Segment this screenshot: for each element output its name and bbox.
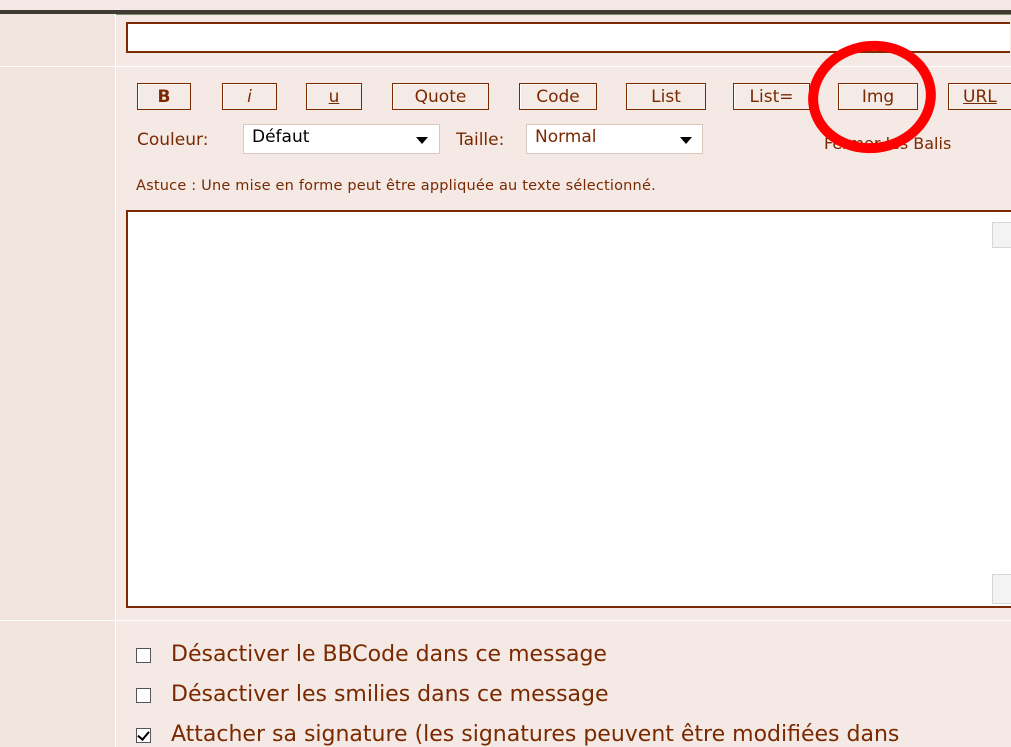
list-ordered-button[interactable]: List= [733, 83, 810, 110]
option-label: Désactiver le BBCode dans ce message [171, 642, 607, 667]
scrollbar-up[interactable] [992, 222, 1011, 248]
code-button[interactable]: Code [519, 83, 597, 110]
message-textarea[interactable] [126, 210, 1011, 608]
color-select[interactable]: Défaut [243, 124, 440, 154]
chevron-down-icon [680, 137, 692, 144]
quote-button[interactable]: Quote [392, 83, 489, 110]
url-button-label: URL [963, 86, 997, 107]
size-select[interactable]: Normal [526, 124, 703, 154]
size-select-value: Normal [535, 127, 597, 147]
bold-button[interactable]: B [137, 83, 191, 110]
chevron-down-icon [416, 137, 428, 144]
top-border [0, 10, 1011, 15]
option-label: Attacher sa signature (les signatures pe… [171, 722, 900, 747]
url-button[interactable]: URL [948, 83, 1011, 110]
option-label: Désactiver les smilies dans ce message [171, 682, 609, 707]
checkbox[interactable] [136, 688, 151, 703]
option-disable-bbcode[interactable]: Désactiver le BBCode dans ce message [136, 642, 607, 667]
list-button[interactable]: List [626, 83, 706, 110]
color-label: Couleur: [137, 130, 209, 150]
checkbox-checked[interactable] [136, 728, 151, 743]
size-label: Taille: [456, 130, 505, 150]
color-select-value: Défaut [252, 127, 310, 147]
scrollbar-down[interactable] [992, 574, 1011, 604]
left-column [0, 14, 116, 747]
checkbox[interactable] [136, 648, 151, 663]
option-attach-signature[interactable]: Attacher sa signature (les signatures pe… [136, 722, 899, 747]
italic-button[interactable]: i [222, 83, 277, 110]
row-separator [0, 620, 1011, 621]
underline-button-label: u [328, 86, 340, 107]
option-disable-smilies[interactable]: Désactiver les smilies dans ce message [136, 682, 609, 707]
underline-button[interactable]: u [306, 83, 362, 110]
formatting-tip: Astuce : Une mise en forme peut être app… [136, 178, 656, 194]
